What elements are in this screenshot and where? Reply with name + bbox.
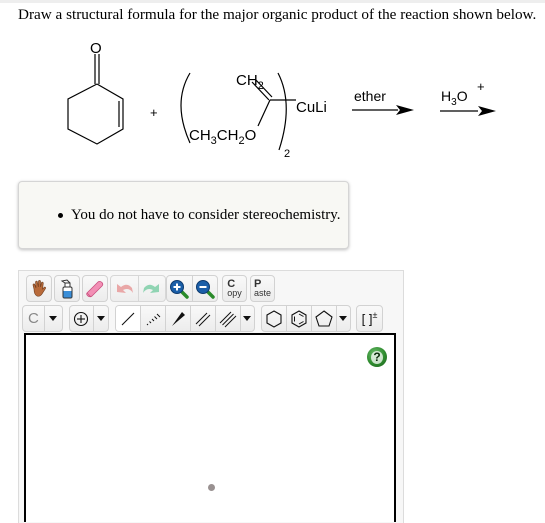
hydronium-label: H3O	[441, 88, 468, 108]
bracket-icon: [ ]±	[361, 310, 378, 327]
atom-selector[interactable]: C	[22, 305, 63, 332]
bullet	[58, 213, 63, 218]
undo-arrow-icon	[117, 283, 134, 293]
bond-toolbar	[115, 305, 255, 332]
ring-toolbar	[261, 305, 351, 332]
zoom-out-icon	[195, 279, 215, 299]
cyclopentane-button[interactable]	[312, 306, 337, 331]
zoom-in-button[interactable]	[167, 276, 193, 301]
paste-label: P aste	[253, 277, 271, 298]
hint-box: You do not have to consider stereochemis…	[18, 181, 349, 249]
zoom-in-icon	[170, 279, 189, 299]
erase-tool-button[interactable]	[82, 275, 108, 302]
reaction-svg: O + CH2 CH3CH2O CuLi 2 ether H3O +	[67, 40, 496, 160]
ethoxy-label: CH3CH2O	[189, 127, 256, 147]
move-tool-button[interactable]	[26, 275, 52, 302]
benzene-icon	[291, 309, 307, 328]
redo-button[interactable]	[139, 276, 166, 301]
hand-icon	[32, 279, 46, 297]
ether-label: ether	[354, 88, 386, 104]
cyclohexane-button[interactable]	[262, 306, 287, 331]
spray-bottle-icon	[60, 278, 73, 298]
redo-arrow-icon	[142, 283, 159, 293]
drawing-canvas[interactable]: ?	[24, 333, 396, 522]
oxygen-label: O	[90, 40, 102, 57]
chevron-down-icon[interactable]	[243, 316, 252, 321]
cyclohexane-icon	[266, 309, 282, 328]
hashed-bond-icon	[146, 313, 161, 325]
clean-tool-button[interactable]	[54, 275, 80, 302]
double-bond-icon	[195, 312, 211, 326]
zoom-out-button[interactable]	[193, 276, 218, 301]
atom-label: C	[23, 306, 45, 331]
wedge-bond-icon	[171, 311, 185, 326]
chevron-down-icon[interactable]	[339, 316, 348, 321]
copy-label: C opy	[227, 277, 242, 298]
top-bar	[0, 0, 545, 3]
question-mark-icon: ?	[371, 350, 383, 364]
paste-button[interactable]: P aste	[250, 275, 275, 302]
subscript-two: 2	[284, 148, 290, 160]
culi-label: CuLi	[296, 99, 327, 116]
help-button[interactable]: ?	[367, 347, 387, 367]
charge-selector[interactable]	[69, 305, 109, 332]
reaction-scheme: O + CH2 CH3CH2O CuLi 2 ether H3O +	[0, 30, 545, 170]
copy-button[interactable]: C opy	[222, 275, 247, 302]
plus-sign: +	[150, 105, 158, 120]
bracket-charge-button[interactable]: [ ]±	[356, 305, 383, 332]
positive-charge-icon	[74, 311, 89, 326]
benzene-button[interactable]	[287, 306, 312, 331]
reaction-arrow-1	[352, 105, 414, 115]
chevron-down-icon[interactable]	[96, 316, 105, 321]
undo-redo-group	[110, 275, 166, 302]
hint-item: You do not have to consider stereochemis…	[71, 207, 341, 223]
reaction-arrow-2	[440, 106, 496, 116]
canvas-cursor-dot	[208, 484, 215, 491]
ch2-label: CH2	[236, 72, 264, 92]
undo-button[interactable]	[111, 276, 139, 301]
cyclohexenone-structure	[67, 54, 124, 145]
triple-bond-icon	[219, 311, 236, 327]
question-text: Draw a structural formula for the major …	[18, 6, 537, 23]
hydronium-charge: +	[477, 79, 485, 94]
triple-bond-button[interactable]	[216, 306, 241, 331]
double-bond-button[interactable]	[191, 306, 216, 331]
zoom-group	[166, 275, 218, 302]
single-bond-button[interactable]	[116, 306, 141, 331]
wedge-bond-button[interactable]	[166, 306, 191, 331]
hashed-bond-button[interactable]	[141, 306, 166, 331]
eraser-icon	[86, 280, 104, 297]
chevron-down-icon[interactable]	[49, 316, 58, 321]
single-bond-icon	[121, 312, 135, 325]
cyclopentane-icon	[315, 309, 333, 327]
